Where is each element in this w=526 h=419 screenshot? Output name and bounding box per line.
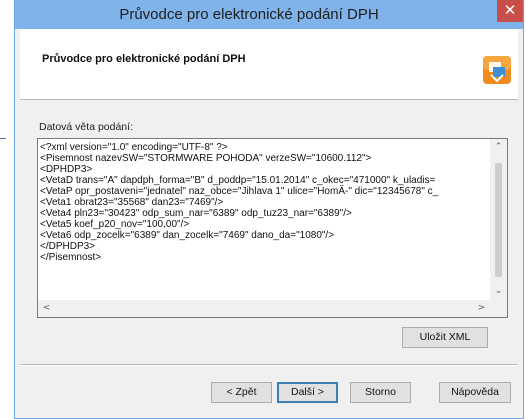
- scroll-right-icon[interactable]: >: [473, 300, 490, 317]
- header-title: Průvodce pro elektronické podání DPH: [42, 53, 246, 65]
- wizard-dialog: Průvodce pro elektronické podání DPH ✕ P…: [14, 0, 524, 419]
- scroll-corner: [490, 300, 507, 317]
- xml-text-box[interactable]: <?xml version="1.0" encoding="UTF-8" ?> …: [37, 138, 508, 318]
- vertical-scroll-thumb[interactable]: [495, 163, 502, 277]
- scroll-up-icon[interactable]: ⌃: [490, 139, 507, 156]
- help-button[interactable]: Nápověda: [439, 382, 511, 403]
- next-button[interactable]: Další >: [277, 382, 338, 403]
- close-button[interactable]: ✕: [497, 0, 523, 22]
- scroll-left-icon[interactable]: <: [38, 300, 55, 317]
- button-separator-highlight: [20, 365, 518, 366]
- wizard-app-icon: [483, 56, 511, 84]
- window-title: Průvodce pro elektronické podání DPH: [119, 6, 379, 23]
- background-window-edge: [0, 138, 6, 139]
- title-bar[interactable]: Průvodce pro elektronické podání DPH ✕: [15, 0, 523, 29]
- vertical-scrollbar[interactable]: ⌃ ⌄: [490, 139, 507, 300]
- background-window-strip: [0, 0, 14, 419]
- horizontal-scrollbar[interactable]: < >: [38, 300, 490, 317]
- cancel-button[interactable]: Storno: [350, 382, 411, 403]
- data-sentence-label: Datová věta podání:: [39, 121, 133, 133]
- wizard-header: Průvodce pro elektronické podání DPH: [20, 29, 518, 100]
- save-xml-button[interactable]: Uložit XML: [402, 327, 488, 348]
- xml-content[interactable]: <?xml version="1.0" encoding="UTF-8" ?> …: [40, 142, 489, 299]
- back-button[interactable]: < Zpět: [211, 382, 272, 403]
- scroll-down-icon[interactable]: ⌄: [490, 283, 507, 300]
- close-icon: ✕: [503, 1, 517, 19]
